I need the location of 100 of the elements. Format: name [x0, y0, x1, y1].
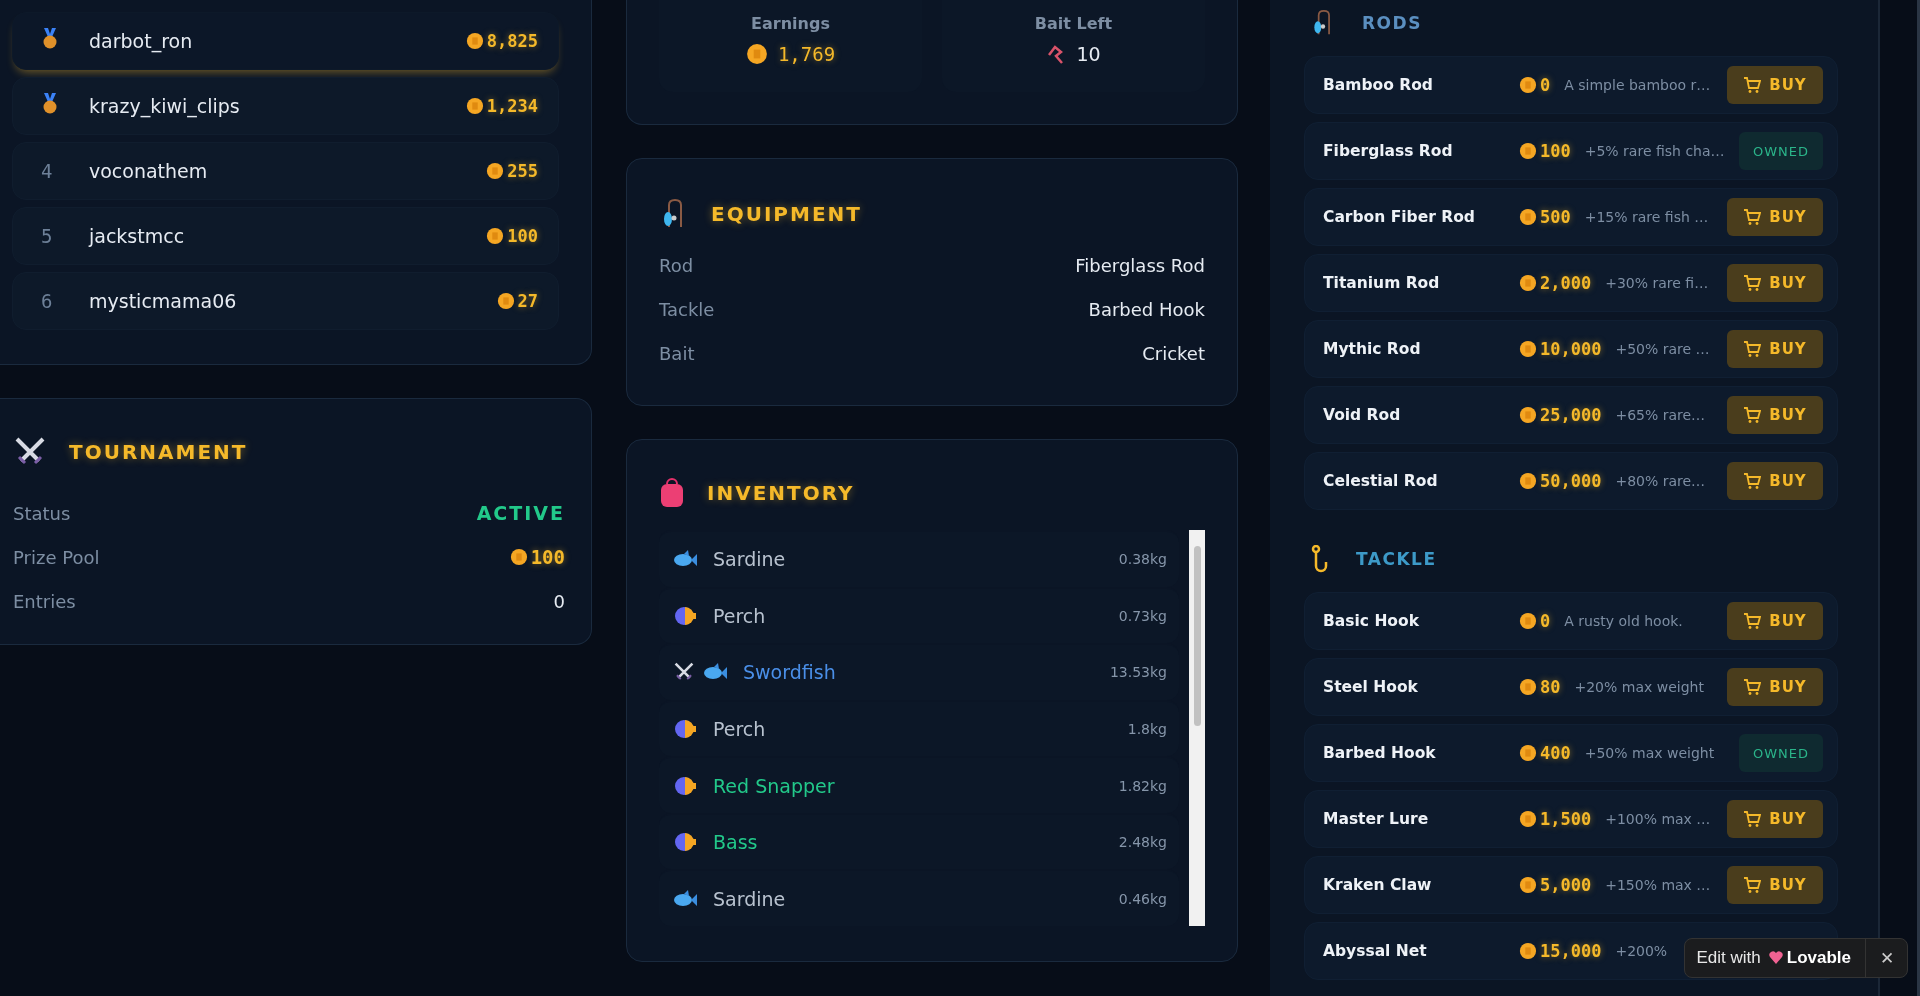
- owned-button[interactable]: OWNED: [1739, 734, 1823, 772]
- stat-label: Status: [13, 502, 71, 524]
- item-name: Barbed Hook: [1323, 744, 1437, 762]
- medal-icon: [41, 28, 59, 50]
- stat-label: Bait Left: [1034, 14, 1113, 33]
- stat-label: Entries: [13, 590, 76, 612]
- rank-number: 4: [41, 160, 53, 182]
- item-description: +100% max …: [1605, 811, 1711, 827]
- equipment-label: Rod: [659, 254, 694, 276]
- fish-name: Perch: [713, 604, 767, 627]
- cart-icon: [1743, 876, 1762, 894]
- coin-icon: [1519, 810, 1537, 828]
- section-title: RODS: [1362, 13, 1422, 33]
- buy-button[interactable]: BUY: [1727, 602, 1823, 640]
- item-price: 25,000: [1540, 405, 1602, 425]
- stat-value: 10: [1076, 43, 1101, 65]
- equipment-value: Fiberglass Rod: [1075, 254, 1205, 276]
- coin-icon: [486, 227, 505, 245]
- coin-amount: 1,234: [486, 96, 538, 116]
- buy-button[interactable]: BUY: [1727, 866, 1823, 904]
- fish-weight: 1.82kg: [1118, 777, 1167, 794]
- coin-icon: [496, 292, 515, 310]
- buy-button[interactable]: BUY: [1727, 264, 1823, 302]
- coin-icon: [1519, 744, 1537, 762]
- status-value: ACTIVE: [476, 502, 565, 524]
- item-description: +200%: [1615, 943, 1668, 959]
- cart-icon: [1743, 274, 1762, 292]
- buy-button[interactable]: BUY: [1727, 66, 1823, 104]
- coin-icon: [1519, 208, 1537, 226]
- stat-label: Prize Pool: [13, 546, 100, 568]
- item-name: Kraken Claw: [1323, 876, 1433, 894]
- prize-amount: 100: [530, 546, 565, 568]
- close-button[interactable]: ✕: [1865, 939, 1907, 977]
- item-name: Fiberglass Rod: [1323, 142, 1454, 160]
- cart-icon: [1743, 810, 1762, 828]
- item-name: Bamboo Rod: [1323, 76, 1434, 94]
- cart-icon: [1743, 678, 1762, 696]
- coin-amount: 100: [507, 226, 538, 246]
- coin-icon: [745, 43, 768, 65]
- fish-weight: 1.8kg: [1127, 721, 1167, 737]
- hook-icon: [1310, 545, 1330, 573]
- item-name: Mythic Rod: [1323, 340, 1422, 358]
- coin-icon: [1519, 472, 1537, 490]
- brand-name: Lovable: [1786, 948, 1851, 968]
- buy-button[interactable]: BUY: [1727, 800, 1823, 838]
- cart-icon: [1743, 340, 1762, 358]
- buy-button[interactable]: BUY: [1727, 668, 1823, 706]
- item-description: +50% max weight: [1584, 745, 1715, 761]
- player-name: mysticmama06: [89, 290, 238, 312]
- tournament-title: TOURNAMENT: [69, 440, 248, 464]
- coin-amount: 27: [517, 291, 538, 311]
- tropical-fish-icon: [673, 775, 697, 796]
- player-name: jackstmcc: [89, 225, 186, 247]
- backpack-icon: [659, 478, 685, 508]
- tropical-fish-icon: [673, 719, 697, 739]
- equipment-title: EQUIPMENT: [711, 202, 862, 226]
- fish-weight: 2.48kg: [1118, 834, 1167, 851]
- item-price: 5,000: [1540, 875, 1592, 895]
- leaderboard-row[interactable]: 6 mysticmama06 27: [12, 272, 559, 330]
- coin-icon: [509, 548, 528, 566]
- leaderboard-row[interactable]: darbot_ron 8,825: [12, 12, 559, 70]
- item-name: Steel Hook: [1323, 678, 1419, 696]
- edit-badge[interactable]: Edit with Lovable ✕: [1683, 938, 1908, 978]
- fish-weight: 0.73kg: [1118, 607, 1167, 624]
- fish-name: Sardine: [713, 887, 787, 910]
- scrollbar[interactable]: [1189, 530, 1205, 926]
- player-name: voconathem: [89, 160, 209, 182]
- item-description: +150% max …: [1605, 877, 1711, 893]
- leaderboard-row[interactable]: 5 jackstmcc 100: [12, 207, 559, 265]
- item-price: 400: [1540, 743, 1571, 763]
- buy-button[interactable]: BUY: [1727, 462, 1823, 500]
- coin-icon: [465, 32, 484, 50]
- entries-value: 0: [553, 590, 565, 612]
- stat-value: 1,769: [777, 43, 836, 65]
- rank-number: 6: [41, 290, 53, 312]
- fish-name: Swordfish: [743, 661, 837, 684]
- item-description: +80% rare…: [1615, 473, 1706, 489]
- owned-button[interactable]: OWNED: [1739, 132, 1823, 170]
- coin-icon: [1519, 340, 1537, 358]
- medal-icon: [41, 93, 59, 115]
- item-price: 0: [1540, 75, 1551, 95]
- leaderboard-row[interactable]: krazy_kiwi_clips 1,234: [12, 77, 559, 135]
- item-description: +30% rare fi…: [1605, 275, 1709, 291]
- item-description: +50% rare …: [1615, 341, 1710, 357]
- cart-icon: [1743, 472, 1762, 490]
- buy-button[interactable]: BUY: [1727, 330, 1823, 368]
- item-name: Basic Hook: [1323, 612, 1420, 630]
- coin-icon: [1519, 406, 1537, 424]
- cart-icon: [1743, 76, 1762, 94]
- fish-icon: [673, 888, 697, 909]
- leaderboard-row[interactable]: 4 voconathem 255: [12, 142, 559, 200]
- coin-icon: [1519, 274, 1537, 292]
- tropical-fish-icon: [673, 832, 697, 853]
- item-name: Celestial Rod: [1323, 472, 1439, 490]
- buy-button[interactable]: BUY: [1727, 198, 1823, 236]
- fish-name: Sardine: [713, 548, 787, 571]
- heart-icon: [1768, 951, 1783, 965]
- cart-icon: [1743, 406, 1762, 424]
- item-price: 500: [1540, 207, 1571, 227]
- buy-button[interactable]: BUY: [1727, 396, 1823, 434]
